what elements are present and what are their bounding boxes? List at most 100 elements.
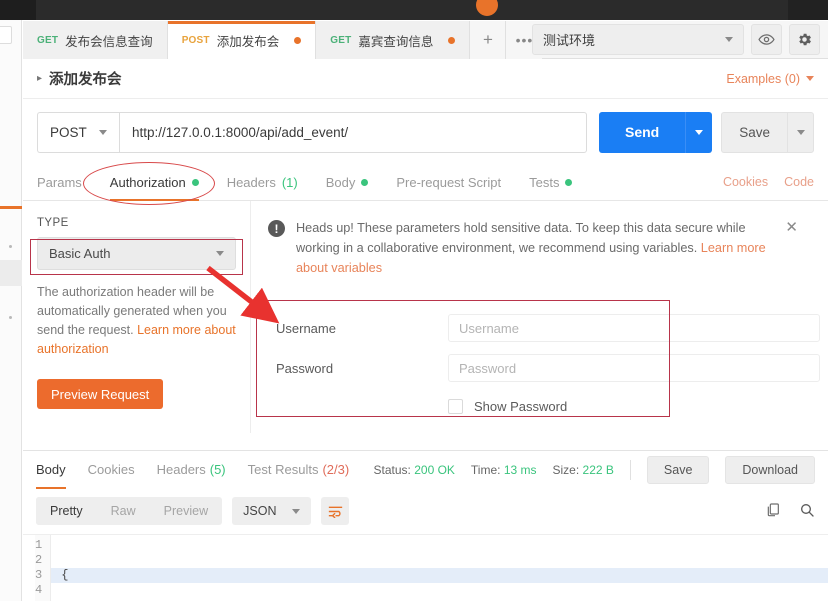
preview-request-button[interactable]: Preview Request <box>37 379 164 409</box>
request-tab-2-unsaved-dot <box>448 36 456 44</box>
response-download-button[interactable]: Download <box>725 455 815 484</box>
line-number: 2 <box>35 553 43 567</box>
chevron-down-icon <box>292 508 301 514</box>
eye-icon <box>758 34 775 45</box>
request-tab-1-method: POST <box>181 34 210 46</box>
tab-tests-label: Tests <box>529 174 560 190</box>
titlebar-left-block <box>0 0 36 20</box>
username-row: Username Username <box>268 308 820 348</box>
gear-icon <box>799 33 811 46</box>
cookies-link[interactable]: Cookies <box>723 175 768 189</box>
response-tab-test-results[interactable]: Test Results (2/3) <box>248 451 350 489</box>
response-tab-test-results-label: Test Results <box>247 462 319 477</box>
examples-dropdown[interactable]: Examples (0) <box>726 72 814 86</box>
format-pretty-button[interactable]: Pretty <box>36 497 97 525</box>
response-format-bar: Pretty Raw Preview JSON <box>23 488 828 534</box>
response-tab-test-results-count: (2/3) <box>322 462 350 477</box>
environment-settings-button[interactable] <box>789 24 820 55</box>
tab-params-label: Params <box>37 174 82 190</box>
rail-active-marker <box>0 206 22 209</box>
show-password-checkbox[interactable] <box>448 398 463 414</box>
send-button-group: Send <box>598 111 713 153</box>
search-icon <box>801 503 814 517</box>
password-input[interactable]: Password <box>448 354 820 382</box>
examples-label: Examples (0) <box>726 71 800 86</box>
auth-type-panel: TYPE Basic Auth The authorization header… <box>23 201 251 433</box>
environment-bar: 测试环境 <box>532 24 820 55</box>
url-value: http://127.0.0.1:8000/api/add_event/ <box>131 124 349 140</box>
tab-authorization[interactable]: Authorization <box>109 164 199 201</box>
request-tab-1-label: 添加发布会 <box>216 34 280 49</box>
tab-headers-label: Headers <box>226 174 276 190</box>
close-icon[interactable]: ✕ <box>785 218 798 236</box>
format-toggle-group: Pretty Raw Preview <box>36 497 223 525</box>
line-number-gutter: 1 2 3 4 <box>35 535 52 601</box>
tab-tests-status-dot <box>565 178 573 186</box>
time-value: 13 ms <box>503 462 537 477</box>
sensitive-data-banner: ! Heads up! These parameters hold sensit… <box>268 214 820 278</box>
wrap-lines-button[interactable] <box>321 497 350 525</box>
response-tab-headers-label: Headers <box>156 462 206 477</box>
response-language-label: JSON <box>243 504 277 518</box>
format-raw-button[interactable]: Raw <box>97 497 150 525</box>
response-body-viewer[interactable]: 1 2 3 4 { "status": 10021, "message": "p… <box>23 534 828 601</box>
breadcrumb-row: ▸ 添加发布会 Examples (0) <box>23 59 828 99</box>
tab-headers[interactable]: Headers (1) <box>227 164 298 201</box>
request-tab-1-unsaved-dot <box>294 36 302 44</box>
wrap-lines-icon <box>328 506 343 518</box>
tab-authorization-label: Authorization <box>109 174 186 190</box>
response-language-select[interactable]: JSON <box>232 497 312 525</box>
password-row: Password Password <box>268 348 820 388</box>
new-tab-button[interactable]: + <box>470 21 507 59</box>
http-method-select[interactable]: POST <box>37 111 119 153</box>
save-options-button[interactable] <box>787 111 814 153</box>
tab-tests[interactable]: Tests <box>529 164 573 201</box>
tab-headers-count: (1) <box>281 174 298 190</box>
chevron-down-icon <box>725 37 733 42</box>
chevron-down-icon <box>806 76 814 81</box>
sensitive-data-banner-text: Heads up! These parameters hold sensitiv… <box>296 218 776 278</box>
response-tab-headers-count: (5) <box>209 462 226 477</box>
username-input[interactable]: Username <box>448 314 820 342</box>
warning-icon: ! <box>268 220 285 237</box>
meta-divider <box>629 459 631 480</box>
request-tab-1[interactable]: POST 添加发布会 <box>167 21 317 59</box>
show-password-label[interactable]: Show Password <box>474 399 567 414</box>
save-button[interactable]: Save <box>721 111 787 153</box>
search-button[interactable] <box>799 502 815 521</box>
environment-selected-label: 测试环境 <box>543 33 596 48</box>
url-input[interactable]: http://127.0.0.1:8000/api/add_event/ <box>118 111 587 153</box>
response-tab-body[interactable]: Body <box>36 451 66 489</box>
line-number: 3 <box>35 568 43 582</box>
breadcrumb-expand-icon[interactable]: ▸ <box>37 73 42 84</box>
username-label: Username <box>276 320 336 336</box>
tab-body-status-dot <box>361 178 369 186</box>
tab-body[interactable]: Body <box>326 164 369 201</box>
left-rail <box>0 20 22 601</box>
tab-params[interactable]: Params <box>37 164 82 201</box>
sensitive-data-banner-body: Heads up! These parameters hold sensitiv… <box>296 221 746 255</box>
environment-quick-look-button[interactable] <box>751 24 782 55</box>
rail-dot-1 <box>9 245 12 248</box>
send-options-button[interactable] <box>685 111 713 153</box>
request-tab-0[interactable]: GET 发布会信息查询 <box>23 21 168 59</box>
format-preview-button[interactable]: Preview <box>150 497 222 525</box>
send-button[interactable]: Send <box>598 111 686 153</box>
time-meta: Time: 13 ms <box>471 463 537 477</box>
request-tab-2[interactable]: GET 嘉宾查询信息 <box>316 21 471 59</box>
response-save-button[interactable]: Save <box>646 455 710 484</box>
environment-select[interactable]: 测试环境 <box>532 24 744 55</box>
response-tools <box>765 502 815 521</box>
response-tab-cookies[interactable]: Cookies <box>88 451 135 489</box>
status-label: Status: <box>373 462 411 477</box>
code-link[interactable]: Code <box>784 175 814 189</box>
auth-type-select[interactable]: Basic Auth <box>37 237 236 270</box>
response-tab-headers[interactable]: Headers (5) <box>157 451 226 489</box>
copy-button[interactable] <box>765 502 781 521</box>
request-tab-2-method: GET <box>330 34 352 46</box>
time-label: Time: <box>470 462 501 477</box>
titlebar-right-block <box>788 0 828 20</box>
tab-pre-request-script[interactable]: Pre-request Script <box>396 164 501 201</box>
rail-highlight-block[interactable] <box>0 260 22 286</box>
rail-chip-top[interactable] <box>0 26 12 44</box>
